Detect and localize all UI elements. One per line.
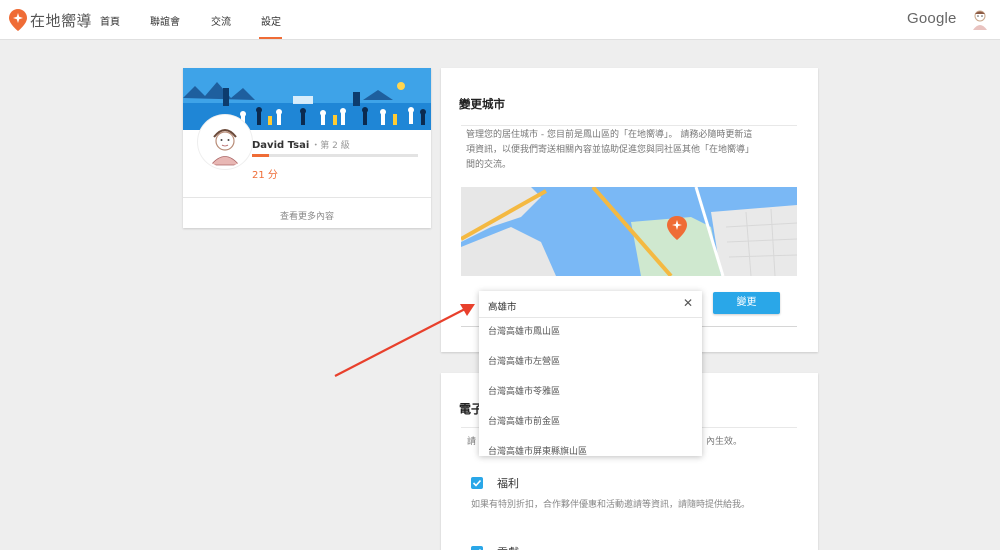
- nav-club[interactable]: 聯誼會: [150, 13, 180, 28]
- city-map[interactable]: [461, 187, 797, 276]
- profile-portrait-icon: [200, 117, 250, 167]
- profile-avatar[interactable]: [198, 115, 252, 169]
- profile-points: 21 分: [252, 170, 278, 181]
- change-city-description: 管理您的居住城市 - 您目前是鳳山區的「在地嚮導」。 請務必隨時更新這項資訊，以…: [466, 130, 755, 170]
- nav-active-indicator: [259, 37, 282, 39]
- change-city-title: 變更城市: [459, 97, 505, 111]
- benefits-checkbox[interactable]: [471, 477, 483, 489]
- level-progress-fill: [252, 154, 269, 157]
- change-city-button[interactable]: 變更: [713, 292, 780, 314]
- google-logo[interactable]: Google: [907, 10, 957, 27]
- level-progress-bar: [252, 154, 418, 157]
- benefits-label: 福利: [497, 477, 519, 490]
- view-more-link[interactable]: 查看更多內容: [183, 209, 431, 222]
- brand-logo[interactable]: 在地嚮導: [9, 8, 92, 32]
- benefits-description: 如果有特別折扣，合作夥伴優惠和活動邀請等資訊，請隨時提供給我。: [471, 500, 751, 510]
- profile-card: David Tsai ・第 2 級 21 分 查看更多內容: [183, 68, 431, 228]
- map-pin-icon: [9, 9, 27, 31]
- profile-name[interactable]: David Tsai: [252, 140, 309, 151]
- email-description-end: 內生效。: [706, 437, 743, 447]
- email-description-start: 請: [467, 437, 477, 447]
- profile-level: ・第 2 級: [311, 141, 350, 151]
- benefits-option-row: 福利: [471, 475, 519, 491]
- city-suggestion-item[interactable]: 台灣高雄市鳳山區: [479, 317, 702, 347]
- city-suggestion-item[interactable]: 台灣高雄市苓雅區: [479, 377, 702, 407]
- contribution-option-row: 貢獻: [471, 544, 519, 550]
- nav-home[interactable]: 首頁: [100, 13, 120, 28]
- city-suggestion-item[interactable]: 台灣高雄市左營區: [479, 347, 702, 377]
- city-suggestion-item[interactable]: 台灣高雄市前金區: [479, 407, 702, 437]
- nav-exchange[interactable]: 交流: [211, 13, 231, 28]
- brand-name: 在地嚮導: [30, 11, 93, 30]
- city-suggestion-item[interactable]: 台灣高雄市屏東縣旗山區: [479, 437, 702, 456]
- nav-settings[interactable]: 設定: [261, 13, 281, 28]
- city-autocomplete-dropdown: ✕ 台灣高雄市鳳山區 台灣高雄市左營區 台灣高雄市苓雅區 台灣高雄市前金區 台灣…: [479, 291, 702, 456]
- checkmark-icon: [472, 479, 482, 487]
- top-navigation-bar: 在地嚮導 首頁 聯誼會 交流 設定 Google: [0, 0, 1000, 40]
- close-icon[interactable]: ✕: [683, 296, 693, 310]
- contribution-label: 貢獻: [497, 544, 519, 550]
- profile-name-row: David Tsai ・第 2 級: [252, 138, 350, 151]
- profile-divider: [183, 197, 431, 198]
- city-search-input[interactable]: [488, 297, 668, 315]
- change-city-divider: [461, 125, 797, 126]
- contribution-checkbox[interactable]: [471, 546, 483, 550]
- city-suggestion-list: 台灣高雄市鳳山區 台灣高雄市左營區 台灣高雄市苓雅區 台灣高雄市前金區 台灣高雄…: [479, 317, 702, 456]
- user-avatar-icon[interactable]: [970, 9, 990, 31]
